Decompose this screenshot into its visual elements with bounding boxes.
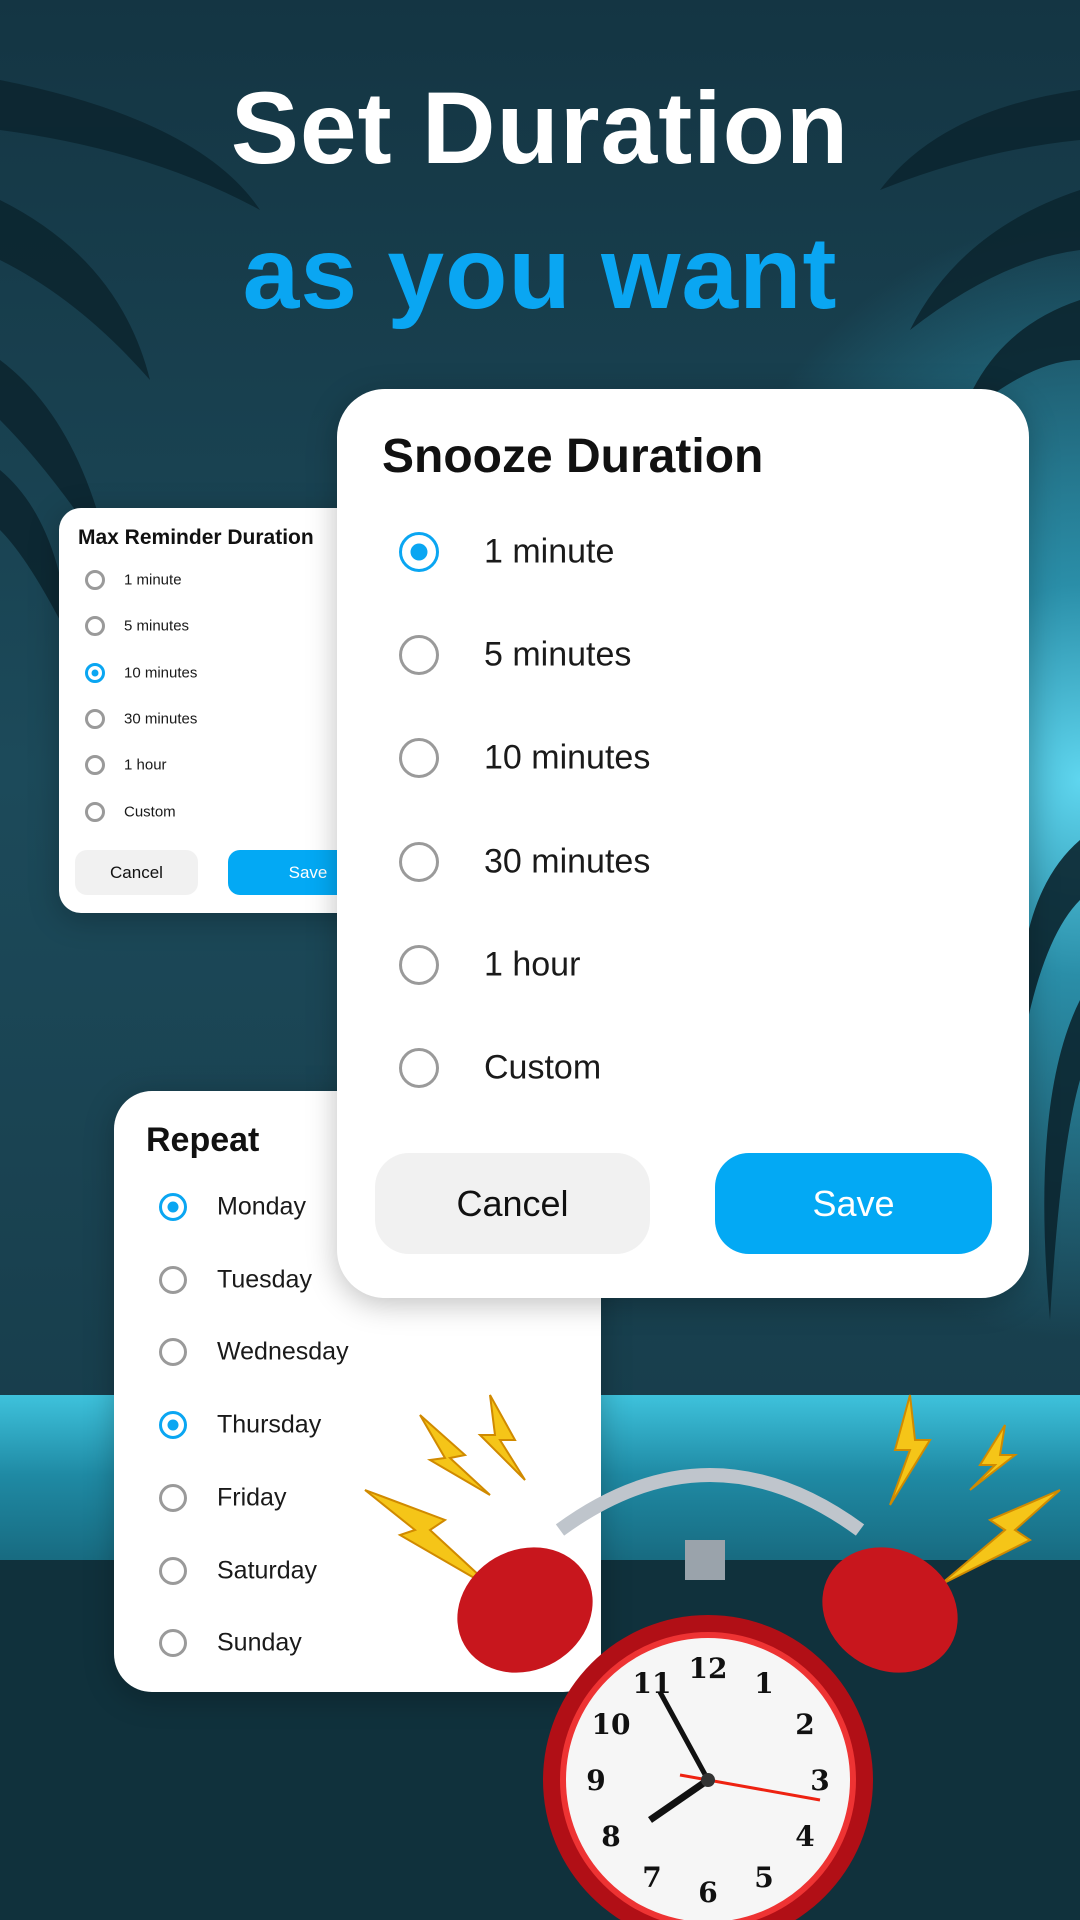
radio-button[interactable] — [399, 841, 439, 882]
option-label[interactable]: Tuesday — [217, 1265, 312, 1294]
radio-button[interactable] — [85, 755, 105, 776]
headline-line2: as you want — [242, 216, 838, 330]
option-label[interactable]: Sunday — [217, 1629, 302, 1658]
cancel-button[interactable]: Cancel — [75, 850, 198, 895]
radio-button[interactable] — [399, 944, 439, 985]
snooze-duration-dialog: Snooze Duration 1 minute 5 minutes 10 minu… — [337, 389, 1029, 1298]
save-button[interactable]: Save — [715, 1153, 992, 1254]
clock-numeral: 4 — [795, 1820, 814, 1853]
clock-numeral: 10 — [592, 1708, 631, 1741]
option-label[interactable]: 5 minutes — [124, 618, 189, 635]
option-label[interactable]: 1 minute — [484, 533, 614, 572]
clock-numeral: 2 — [795, 1708, 814, 1741]
option-label[interactable]: 1 hour — [124, 757, 167, 774]
clock-numeral: 11 — [633, 1667, 672, 1700]
option-label[interactable]: Friday — [217, 1483, 286, 1512]
option-label[interactable]: 10 minutes — [484, 739, 650, 778]
option-label[interactable]: Wednesday — [217, 1338, 349, 1367]
alarm-clock-illustration: 12 12 3 45 6 78 9 1011 — [364, 1394, 1061, 1920]
radio-button[interactable] — [159, 1193, 187, 1221]
clock-numeral: 8 — [601, 1820, 620, 1853]
radio-button[interactable] — [399, 635, 439, 676]
clock-numeral: 5 — [754, 1861, 773, 1894]
option-label[interactable]: 30 minutes — [124, 710, 197, 727]
option-label[interactable]: 1 hour — [484, 945, 580, 984]
clock-numeral: 7 — [642, 1861, 661, 1894]
radio-button[interactable] — [399, 738, 439, 779]
clock-numeral: 3 — [810, 1764, 829, 1797]
clock-numeral: 6 — [698, 1876, 717, 1909]
option-label[interactable]: Saturday — [217, 1556, 317, 1585]
headline-line1: Set Duration — [230, 71, 850, 185]
radio-button[interactable] — [85, 708, 105, 729]
clock-numeral: 9 — [586, 1764, 605, 1797]
option-label[interactable]: 5 minutes — [484, 636, 631, 675]
radio-button[interactable] — [159, 1411, 187, 1440]
radio-button[interactable] — [85, 801, 105, 822]
dialog-title: Snooze Duration — [382, 430, 764, 483]
cancel-button[interactable]: Cancel — [375, 1153, 650, 1254]
radio-button[interactable] — [85, 570, 105, 590]
radio-button[interactable] — [159, 1483, 187, 1512]
option-label[interactable]: Custom — [124, 803, 176, 820]
clock-numeral: 1 — [754, 1667, 773, 1700]
option-label[interactable]: 1 minute — [124, 572, 182, 589]
radio-button[interactable] — [85, 616, 105, 637]
clock-numeral: 12 — [689, 1652, 728, 1685]
radio-button[interactable] — [399, 532, 439, 572]
radio-button[interactable] — [159, 1629, 187, 1658]
option-label[interactable]: 30 minutes — [484, 842, 650, 881]
radio-button[interactable] — [159, 1556, 187, 1585]
dialog-title: Max Reminder Duration — [78, 526, 314, 549]
option-label[interactable]: Thursday — [217, 1411, 321, 1440]
radio-button[interactable] — [399, 1048, 439, 1088]
option-label[interactable]: Monday — [217, 1193, 306, 1222]
radio-button[interactable] — [159, 1338, 187, 1367]
radio-button[interactable] — [159, 1265, 187, 1294]
dialog-title: Repeat — [146, 1121, 260, 1159]
option-label[interactable]: Custom — [484, 1049, 601, 1088]
option-label[interactable]: 10 minutes — [124, 664, 197, 681]
radio-button[interactable] — [85, 662, 105, 683]
clock-handle — [555, 1468, 865, 1536]
